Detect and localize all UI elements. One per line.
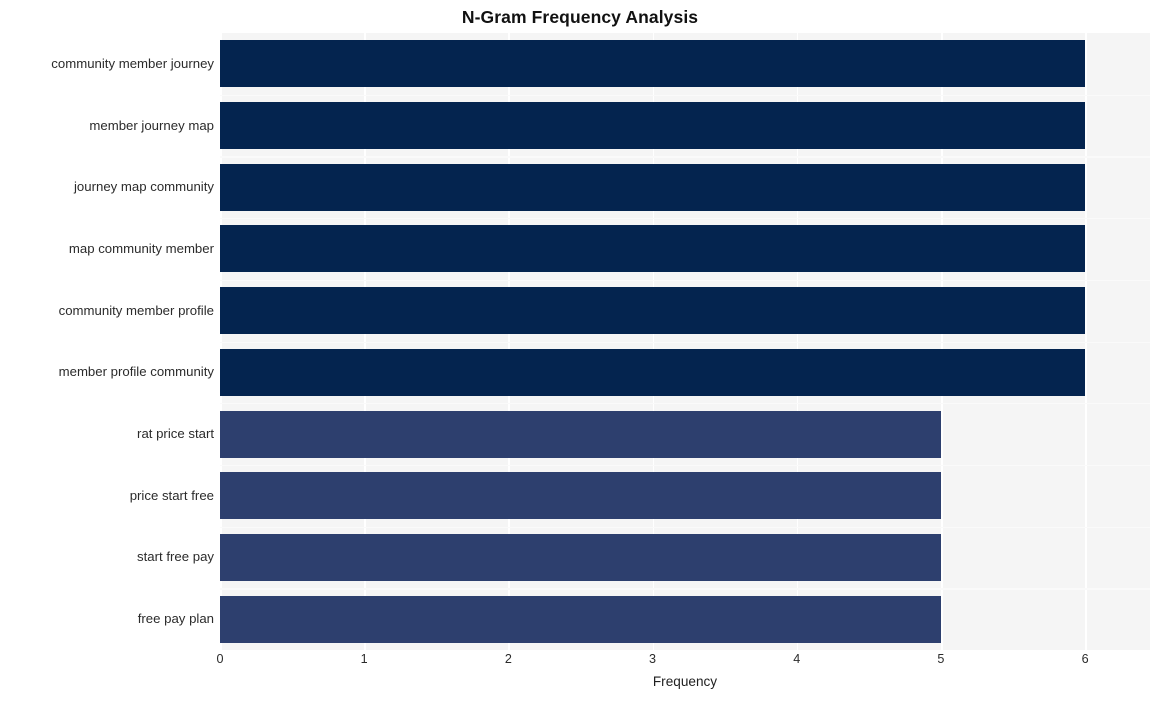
bar xyxy=(220,40,1086,88)
x-axis-label: Frequency xyxy=(652,674,718,689)
x-axis-tick-label: 0 xyxy=(216,652,224,666)
chart-figure: N-Gram Frequency Analysis community memb… xyxy=(0,0,1160,701)
x-axis-tick-label: 2 xyxy=(504,652,512,666)
gridline-horizontal xyxy=(220,403,1150,405)
plot-area xyxy=(220,33,1150,650)
gridline-horizontal xyxy=(220,218,1150,220)
gridline-horizontal xyxy=(220,94,1150,96)
x-axis-tick-label: 1 xyxy=(360,652,368,666)
y-axis-tick-label: rat price start xyxy=(137,426,214,442)
bar xyxy=(220,163,1086,211)
chart-title: N-Gram Frequency Analysis xyxy=(461,7,699,27)
y-axis-tick-label: journey map community xyxy=(74,179,214,195)
x-axis-tick-label: 6 xyxy=(1081,652,1089,666)
x-axis-tick-labels: 0 1 2 3 4 5 6 xyxy=(216,652,1150,674)
y-axis-tick-label: member journey map xyxy=(89,117,214,133)
x-axis-tick-label: 3 xyxy=(649,652,657,666)
bar xyxy=(220,410,941,458)
bar xyxy=(220,225,1086,273)
y-axis-tick-labels: community member journey member journey m… xyxy=(0,33,214,650)
x-axis-tick-label: 5 xyxy=(937,652,945,666)
gridline-horizontal xyxy=(220,464,1150,467)
gridline-horizontal xyxy=(220,279,1150,282)
y-axis-tick-label: price start free xyxy=(129,487,214,503)
gridline-horizontal xyxy=(220,588,1150,590)
bar xyxy=(220,348,1086,396)
bar xyxy=(220,533,941,581)
bar xyxy=(220,595,941,643)
y-axis-tick-label: member profile community xyxy=(58,364,214,380)
y-axis-tick-label: free pay plan xyxy=(137,611,214,627)
y-axis-tick-label: community member journey xyxy=(51,55,214,71)
bar xyxy=(220,102,1086,150)
bar xyxy=(220,287,1086,335)
gridline-horizontal xyxy=(220,526,1150,528)
bar xyxy=(220,472,941,520)
x-axis-tick-label: 4 xyxy=(793,652,801,666)
y-axis-tick-label: community member profile xyxy=(58,302,214,318)
y-axis-tick-label: start free pay xyxy=(137,549,214,565)
gridline-horizontal xyxy=(220,341,1150,343)
gridline-horizontal xyxy=(220,156,1150,158)
y-axis-tick-label: map community member xyxy=(68,240,214,256)
